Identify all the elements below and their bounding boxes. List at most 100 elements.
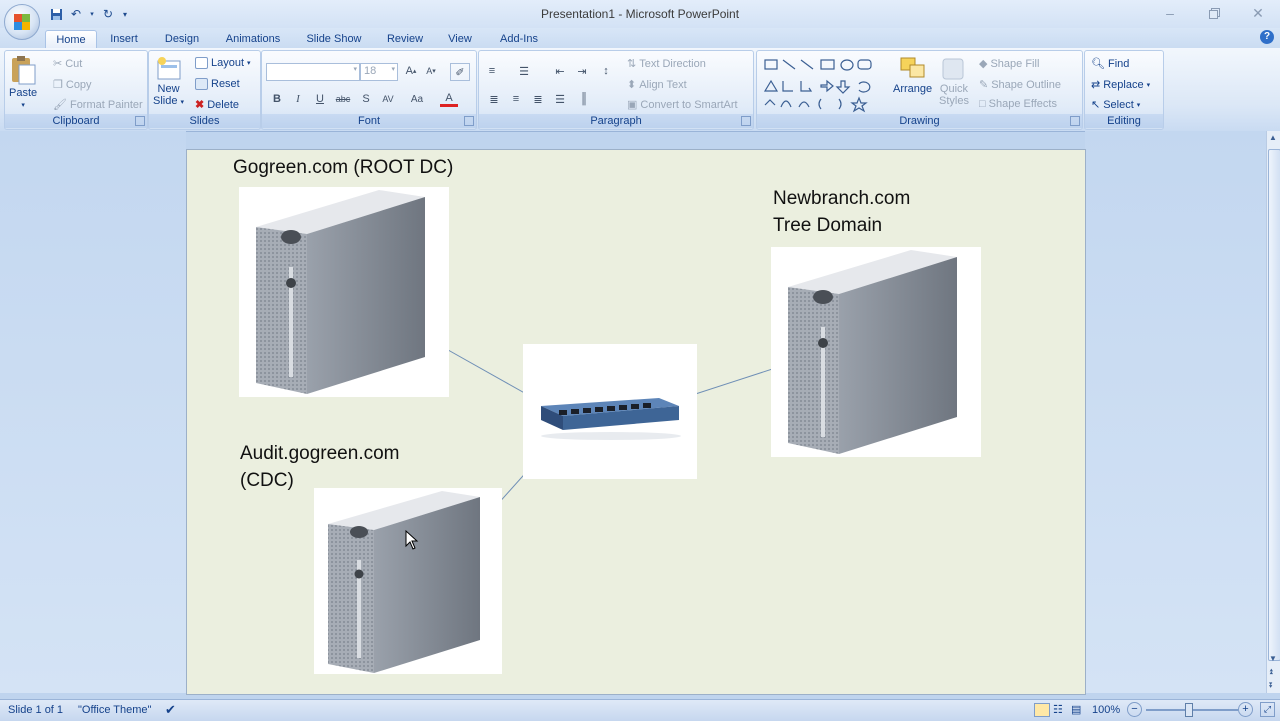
text-direction-button[interactable]: ⇅ Text Direction: [627, 57, 706, 71]
slides-group: New Slide ▾ Layout ▾ Reset ✖ Delete Slide…: [148, 50, 261, 130]
increase-indent-icon[interactable]: ⇥: [573, 63, 591, 79]
shape-fill-button[interactable]: ◆ Shape Fill: [979, 57, 1040, 71]
shape-fill-label: Shape Fill: [990, 57, 1040, 70]
cut-button[interactable]: ✂ Cut: [53, 57, 82, 71]
close-icon[interactable]: ✕: [1236, 0, 1280, 26]
quick-styles-button[interactable]: Quick Styles: [939, 55, 969, 107]
new-slide-button[interactable]: New Slide ▾: [153, 55, 184, 109]
mouse-pointer-icon: [405, 530, 419, 550]
find-button[interactable]: 🔍︎ Find: [1091, 57, 1130, 71]
office-button[interactable]: [4, 4, 40, 40]
slide-canvas[interactable]: Gogreen.com (ROOT DC) Newbranch.com Tree…: [186, 149, 1086, 695]
tree-domain-server-image[interactable]: [771, 247, 981, 457]
tab-view[interactable]: View: [442, 30, 478, 48]
justify-icon[interactable]: ☰: [551, 91, 569, 107]
binoculars-icon: 🔍︎: [1091, 58, 1105, 70]
clear-formatting-icon[interactable]: ✐: [450, 63, 470, 81]
font-color-icon[interactable]: A: [440, 91, 458, 107]
font-launcher-icon[interactable]: [464, 116, 474, 126]
align-text-icon: ⬍: [627, 79, 637, 91]
font-name-combobox[interactable]: ▾: [266, 63, 360, 81]
numbering-icon[interactable]: ☰: [515, 63, 533, 79]
tab-design[interactable]: Design: [158, 30, 206, 48]
status-bar: Slide 1 of 1 "Office Theme" ✔ ☷ ▤ 100% −…: [0, 699, 1280, 721]
network-switch-image[interactable]: [523, 344, 697, 479]
layout-button[interactable]: Layout ▾: [195, 57, 251, 69]
next-slide-icon[interactable]: ⏬︎: [1269, 681, 1273, 691]
tree-domain-label-1[interactable]: Newbranch.com: [773, 185, 910, 212]
convert-smartart-button[interactable]: ▣ Convert to SmartArt: [627, 98, 738, 112]
tab-home[interactable]: Home: [45, 30, 97, 49]
change-case-icon[interactable]: Aa: [408, 91, 426, 107]
prev-slide-icon[interactable]: ⏫︎: [1269, 667, 1273, 677]
columns-icon[interactable]: ║: [575, 91, 593, 107]
help-icon[interactable]: ?: [1260, 30, 1274, 44]
italic-icon[interactable]: I: [289, 91, 307, 107]
shape-outline-button[interactable]: ✎ Shape Outline: [979, 78, 1061, 92]
line-spacing-icon[interactable]: ↕: [597, 63, 615, 79]
copy-button[interactable]: ❐ Copy: [53, 78, 92, 92]
shape-effects-button[interactable]: □ Shape Effects: [979, 98, 1057, 110]
shapes-gallery[interactable]: [763, 57, 883, 115]
shadow-icon[interactable]: S: [357, 91, 375, 107]
spelling-check-icon[interactable]: ✔: [165, 702, 176, 718]
align-text-button[interactable]: ⬍ Align Text: [627, 78, 687, 92]
zoom-out-icon[interactable]: −: [1127, 702, 1142, 717]
zoom-slider-thumb[interactable]: [1185, 703, 1193, 717]
format-painter-button[interactable]: 🖌︎ Format Painter: [53, 98, 143, 112]
minimize-icon[interactable]: –: [1148, 0, 1192, 26]
clipboard-group-label: Clipboard: [5, 114, 147, 128]
copy-label: Copy: [65, 78, 92, 91]
child-dc-label-2[interactable]: (CDC): [240, 467, 294, 494]
root-dc-label[interactable]: Gogreen.com (ROOT DC): [233, 154, 453, 181]
arrange-button[interactable]: Arrange: [893, 55, 932, 95]
paragraph-launcher-icon[interactable]: [741, 116, 751, 126]
tab-insert[interactable]: Insert: [103, 30, 145, 48]
tree-domain-label-2[interactable]: Tree Domain: [773, 212, 882, 239]
align-center-icon[interactable]: ≡: [507, 91, 525, 107]
shrink-font-icon[interactable]: A ▾: [422, 63, 440, 79]
workspace-right: [1085, 131, 1266, 693]
underline-icon[interactable]: U: [311, 91, 329, 107]
clipboard-launcher-icon[interactable]: [135, 116, 145, 126]
align-text-label: Align Text: [639, 78, 687, 91]
root-dc-server-image[interactable]: [239, 187, 449, 397]
align-left-icon[interactable]: ≣: [485, 91, 503, 107]
paste-button[interactable]: Paste ▾: [9, 55, 37, 109]
fit-slide-icon[interactable]: ⤢: [1260, 702, 1275, 717]
new-slide-icon: [157, 57, 181, 80]
drawing-launcher-icon[interactable]: [1070, 116, 1080, 126]
restore-icon[interactable]: [1192, 0, 1236, 26]
align-right-icon[interactable]: ≣: [529, 91, 547, 107]
convert-smartart-label: Convert to SmartArt: [640, 98, 738, 111]
char-spacing-icon[interactable]: AV: [379, 91, 397, 107]
bullets-icon[interactable]: ≡: [483, 63, 501, 79]
font-size-combobox[interactable]: 18 ▾: [360, 63, 398, 81]
tab-animations[interactable]: Animations: [220, 30, 286, 48]
strikethrough-icon[interactable]: abc: [334, 91, 352, 107]
replace-button[interactable]: ⇄ Replace ▾: [1091, 78, 1150, 92]
delete-button[interactable]: ✖ Delete: [195, 98, 239, 112]
normal-view-icon[interactable]: [1034, 703, 1050, 717]
zoom-level[interactable]: 100%: [1092, 704, 1120, 716]
tab-add-ins[interactable]: Add-Ins: [494, 30, 544, 48]
tab-slide-show[interactable]: Slide Show: [300, 30, 368, 48]
zoom-in-icon[interactable]: +: [1238, 702, 1253, 717]
bold-icon[interactable]: B: [268, 91, 286, 107]
ribbon: Paste ▾ ✂ Cut ❐ Copy 🖌︎ Format Painter C…: [0, 48, 1280, 132]
scroll-down-icon[interactable]: ▼: [1269, 654, 1277, 663]
child-dc-label-1[interactable]: Audit.gogreen.com: [240, 440, 400, 467]
quick-styles-label-2: Styles: [939, 95, 969, 107]
find-label: Find: [1107, 57, 1130, 70]
slide-show-icon[interactable]: ▤: [1071, 703, 1081, 716]
scroll-up-icon[interactable]: ▲: [1269, 133, 1277, 142]
reset-button[interactable]: Reset: [195, 78, 240, 90]
tab-review[interactable]: Review: [382, 30, 428, 48]
vertical-scrollbar[interactable]: ▲ ▼ ⏫︎ ⏬︎: [1266, 131, 1280, 693]
slide-sorter-icon[interactable]: ☷: [1053, 703, 1063, 716]
child-dc-server-image[interactable]: [314, 488, 502, 674]
decrease-indent-icon[interactable]: ⇤: [551, 63, 569, 79]
grow-font-icon[interactable]: A ▴: [402, 63, 420, 79]
scrollbar-thumb[interactable]: [1268, 149, 1280, 661]
select-button[interactable]: ↖ Select ▾: [1091, 98, 1140, 112]
